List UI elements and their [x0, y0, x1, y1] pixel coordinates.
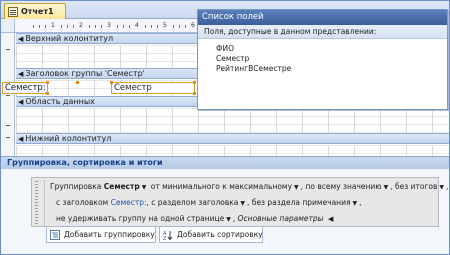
- separator: [44, 180, 45, 226]
- detail-label: Область данных: [25, 97, 95, 106]
- ruler-number: 2: [79, 22, 83, 29]
- page-header-label: Верхний колонтитул: [25, 34, 114, 43]
- section-arrow-icon: ◀: [18, 69, 24, 78]
- page-footer-label: Нижний колонтитул: [25, 134, 112, 143]
- basic-options-link[interactable]: Основные параметры: [238, 214, 324, 223]
- section-arrow-icon: ◀: [18, 134, 24, 143]
- keep-together-select[interactable]: не удерживать группу на одной странице: [56, 214, 224, 223]
- chevron-down-icon[interactable]: ▼: [384, 180, 389, 196]
- semester-field-text: Семестр: [114, 83, 152, 93]
- collapse-arrow-icon[interactable]: ◀: [328, 211, 333, 227]
- group-prefix: Группировка: [50, 182, 102, 191]
- ruler-number: 1: [51, 22, 55, 29]
- tab-report-label: Отчет1: [21, 7, 54, 16]
- report-icon: [8, 6, 18, 17]
- add-sort-button[interactable]: A Z Добавить сортировку: [159, 226, 263, 243]
- detail-area[interactable]: [16, 108, 449, 133]
- report-selector[interactable]: [1, 19, 15, 33]
- sort-order-select[interactable]: от минимального к максимальному: [151, 182, 292, 191]
- field-list-title: Список полей: [198, 10, 447, 25]
- add-group-icon: [50, 230, 60, 240]
- add-group-label: Добавить группировку: [64, 230, 155, 239]
- grouping-pane-title: Группировка, сортировка и итоги: [1, 156, 449, 169]
- field-item[interactable]: Семестр: [204, 54, 442, 64]
- chevron-down-icon[interactable]: ▼: [352, 196, 357, 212]
- sort-az-icon: A Z: [163, 231, 173, 240]
- field-item[interactable]: ФИО: [204, 44, 442, 54]
- header-section-select[interactable]: с разделом заголовка: [151, 198, 238, 207]
- grouping-pane: Группировка Семестр ▼ от минимального к м…: [1, 169, 449, 254]
- section-arrow-icon: ◀: [18, 97, 24, 106]
- group-field-select[interactable]: Семестр: [104, 182, 140, 191]
- resize-handle[interactable]: [46, 81, 49, 84]
- svg-text:Z: Z: [163, 236, 167, 240]
- field-list-pane[interactable]: Список полей Поля, доступные в данном пр…: [197, 9, 448, 110]
- chevron-down-icon[interactable]: ▼: [142, 180, 147, 196]
- drag-handle[interactable]: [35, 181, 38, 225]
- resize-handle[interactable]: [193, 92, 196, 95]
- title-prefix: с заголовком: [56, 198, 109, 207]
- semester-label-control[interactable]: Семестр:: [2, 81, 49, 95]
- ruler-number: 6: [191, 22, 195, 29]
- semester-field-control[interactable]: Семестр: [110, 81, 196, 95]
- group-level-row[interactable]: Группировка Семестр ▼ от минимального к м…: [31, 177, 448, 227]
- add-sort-label: Добавить сортировку: [177, 230, 263, 239]
- ruler-number: 5: [163, 22, 167, 29]
- ruler-number: 3: [107, 22, 111, 29]
- vertical-ruler: [1, 33, 15, 156]
- page-footer-area[interactable]: [16, 145, 449, 156]
- resize-handle[interactable]: [193, 81, 196, 84]
- resize-handle[interactable]: [46, 92, 49, 95]
- chevron-down-icon[interactable]: ▼: [439, 180, 444, 196]
- chevron-down-icon[interactable]: ▼: [240, 196, 245, 212]
- ruler-number: 4: [135, 22, 139, 29]
- footer-section-select[interactable]: без раздела примечания: [252, 198, 351, 207]
- page-footer-band[interactable]: ◀ Нижний колонтитул: [16, 133, 449, 144]
- add-group-button[interactable]: Добавить группировку: [46, 226, 156, 243]
- group-line-2: с заголовком Семестр:, с разделом заголо…: [56, 195, 450, 211]
- group-line-3: не удерживать группу на одной странице ▼,…: [56, 211, 450, 227]
- resize-handle[interactable]: [110, 81, 113, 84]
- field-list-items: ФИО Семестр РейтингВСеместре: [204, 44, 442, 74]
- move-handle[interactable]: [76, 81, 79, 84]
- semester-label-text: Семестр:: [5, 83, 46, 93]
- section-arrow-icon: ◀: [18, 34, 24, 43]
- tab-report[interactable]: Отчет1: [4, 3, 66, 19]
- group-on-select[interactable]: по всему значению: [305, 182, 381, 191]
- group-header-label: Заголовок группы 'Семестр': [25, 69, 145, 78]
- group-line-1: Группировка Семестр ▼ от минимального к м…: [50, 179, 450, 195]
- field-item[interactable]: РейтингВСеместре: [204, 64, 442, 74]
- totals-select[interactable]: без итогов: [395, 182, 437, 191]
- chevron-down-icon[interactable]: ▼: [294, 180, 299, 196]
- field-list-subtitle: Поля, доступные в данном представлении:: [198, 25, 447, 39]
- title-link[interactable]: Семестр:: [111, 198, 147, 207]
